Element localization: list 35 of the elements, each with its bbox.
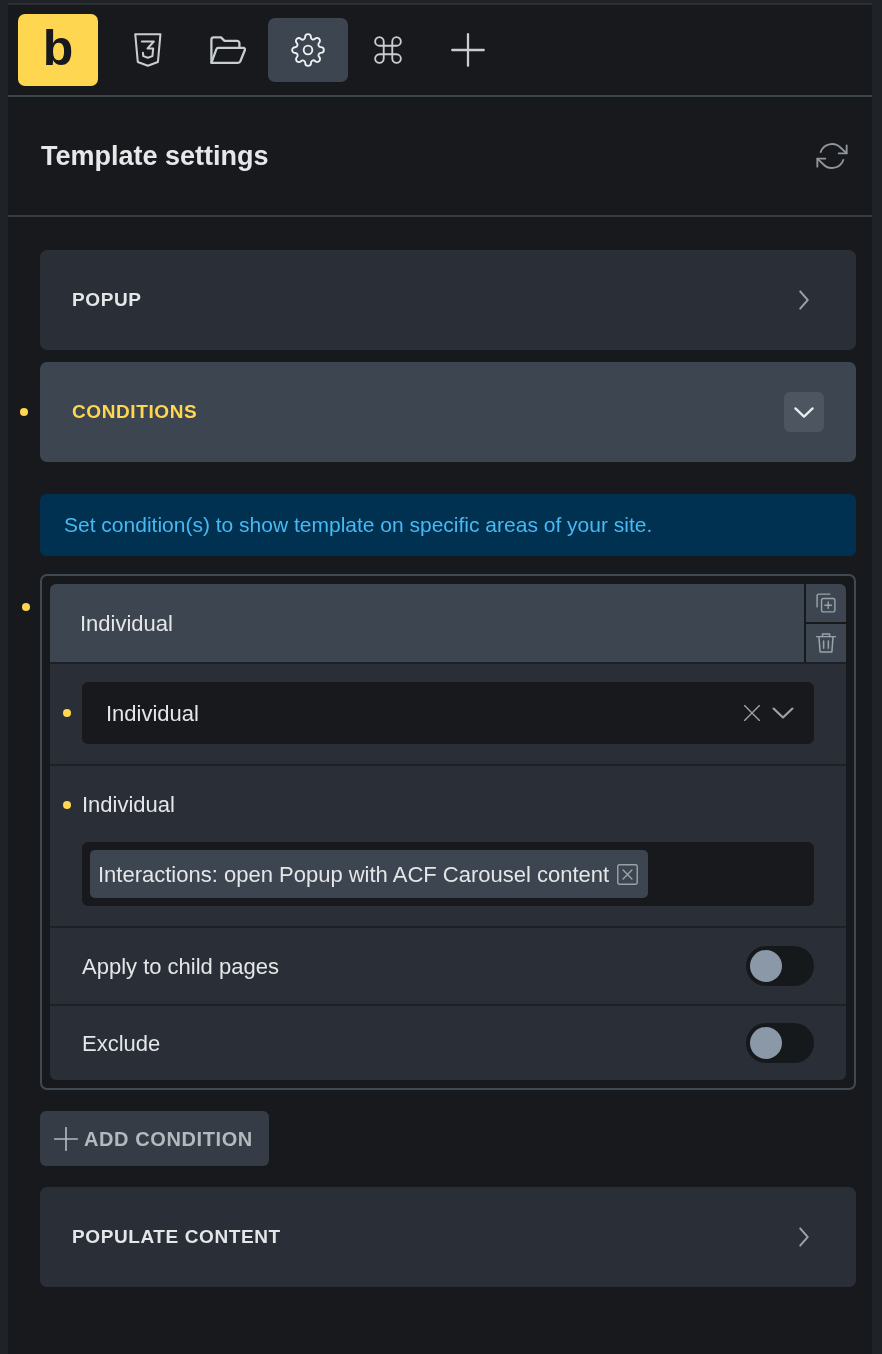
section-header[interactable]: POPULATE CONTENT <box>40 1187 856 1287</box>
section-header[interactable]: POPUP <box>40 250 856 350</box>
trash-icon <box>816 633 836 653</box>
plus-icon <box>54 1126 78 1151</box>
toggle-switch[interactable] <box>746 1023 814 1063</box>
condition-header[interactable]: Individual <box>50 584 804 662</box>
remove-icon[interactable] <box>617 863 639 885</box>
info-notice: Set condition(s) to show template on specific areas of your site. <box>40 494 856 556</box>
clear-icon[interactable] <box>744 705 760 721</box>
field-label: Individual <box>82 791 175 819</box>
toolbar-button[interactable] <box>268 18 348 82</box>
collapse-button[interactable] <box>784 392 824 432</box>
panel-title: Template settings <box>41 139 269 173</box>
tag-label: Interactions: open Popup with ACF Carousel content <box>98 860 610 889</box>
select-field[interactable]: Individual <box>82 682 814 744</box>
tags-field[interactable]: Interactions: open Popup with ACF Carousel content <box>82 842 814 906</box>
folder-icon <box>209 36 247 64</box>
chevron-right-icon <box>799 290 809 310</box>
command-icon <box>374 36 402 64</box>
chevron-down-icon <box>772 707 794 719</box>
chevron-right-icon <box>799 1227 809 1247</box>
plus-icon <box>451 33 485 67</box>
delete-button[interactable] <box>806 624 846 662</box>
chevron-down-icon <box>794 406 814 418</box>
toggle-label: Exclude <box>82 1029 161 1058</box>
add-condition-button[interactable]: ADD CONDITION <box>40 1111 269 1166</box>
duplicate-button[interactable] <box>806 584 846 622</box>
section-header[interactable]: CONDITIONS <box>40 362 856 462</box>
logo[interactable]: b <box>18 14 98 86</box>
shield-three-icon <box>134 33 162 67</box>
refresh-icon[interactable] <box>816 140 848 172</box>
duplicate-icon <box>816 593 836 613</box>
toggle-label: Apply to child pages <box>82 952 279 981</box>
toggle-switch[interactable] <box>746 946 814 986</box>
settings-icon <box>291 33 325 67</box>
